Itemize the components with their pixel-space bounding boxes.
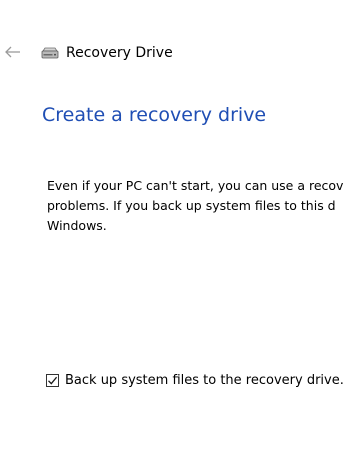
backup-system-files-checkbox[interactable] [46, 373, 59, 387]
description-text: Even if your PC can't start, you can use… [47, 176, 347, 236]
description-line: problems. If you back up system files to… [47, 198, 336, 213]
backup-system-files-option[interactable]: Back up system files to the recovery dri… [46, 370, 344, 390]
description-line: Windows. [47, 218, 107, 233]
back-arrow-icon [4, 46, 22, 58]
checkmark-icon [47, 375, 58, 386]
title-bar: Recovery Drive [40, 42, 173, 64]
description-line: Even if your PC can't start, you can use… [47, 178, 344, 193]
page-heading: Create a recovery drive [42, 104, 267, 126]
window-title: Recovery Drive [66, 45, 173, 61]
backup-system-files-label: Back up system files to the recovery dri… [65, 372, 344, 388]
back-button[interactable] [0, 40, 26, 64]
recovery-drive-wizard: Recovery Drive Create a recovery drive E… [0, 0, 347, 462]
drive-icon [40, 46, 60, 60]
